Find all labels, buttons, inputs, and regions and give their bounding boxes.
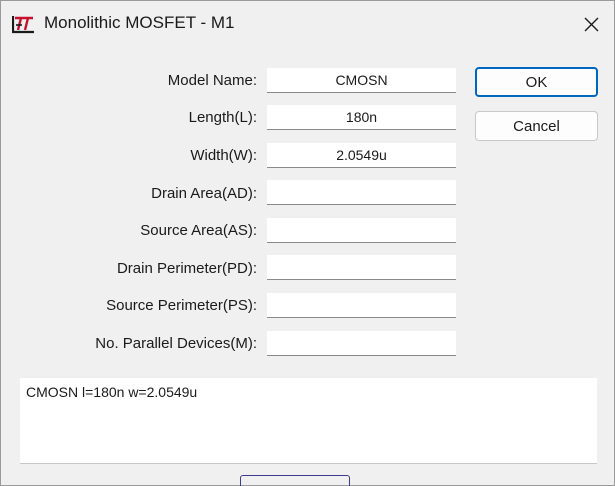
source-perimeter-field[interactable]	[267, 293, 456, 318]
source-area-label: Source Area(AS):	[140, 222, 257, 239]
width-field[interactable]	[267, 143, 456, 168]
cancel-button[interactable]: Cancel	[475, 111, 598, 141]
parallel-devices-field[interactable]	[267, 331, 456, 356]
drain-area-label: Drain Area(AD):	[151, 185, 257, 202]
background-window-edge	[240, 475, 350, 486]
parallel-devices-label: No. Parallel Devices(M):	[95, 335, 257, 352]
drain-area-field[interactable]	[267, 180, 456, 205]
window-title: Monolithic MOSFET - M1	[44, 13, 235, 32]
ok-button[interactable]: OK	[475, 67, 598, 97]
source-perimeter-label: Source Perimeter(PS):	[106, 297, 257, 314]
model-name-field[interactable]	[267, 68, 456, 93]
model-name-label: Model Name:	[167, 72, 257, 89]
length-field[interactable]	[267, 105, 456, 130]
close-button[interactable]	[568, 1, 614, 47]
mosfet-dialog: Monolithic MOSFET - M1 Model Name: Lengt…	[0, 0, 615, 486]
length-label: Length(L):	[188, 109, 257, 126]
title-bar[interactable]: Monolithic MOSFET - M1	[1, 1, 614, 47]
ltspice-logo-icon	[11, 14, 36, 34]
drain-perimeter-field[interactable]	[267, 255, 456, 280]
source-area-field[interactable]	[267, 218, 456, 243]
netlist-preview[interactable]: CMOSN l=180n w=2.0549u	[20, 378, 597, 464]
close-icon	[584, 17, 598, 31]
width-label: Width(W):	[190, 147, 257, 164]
drain-perimeter-label: Drain Perimeter(PD):	[116, 260, 257, 277]
